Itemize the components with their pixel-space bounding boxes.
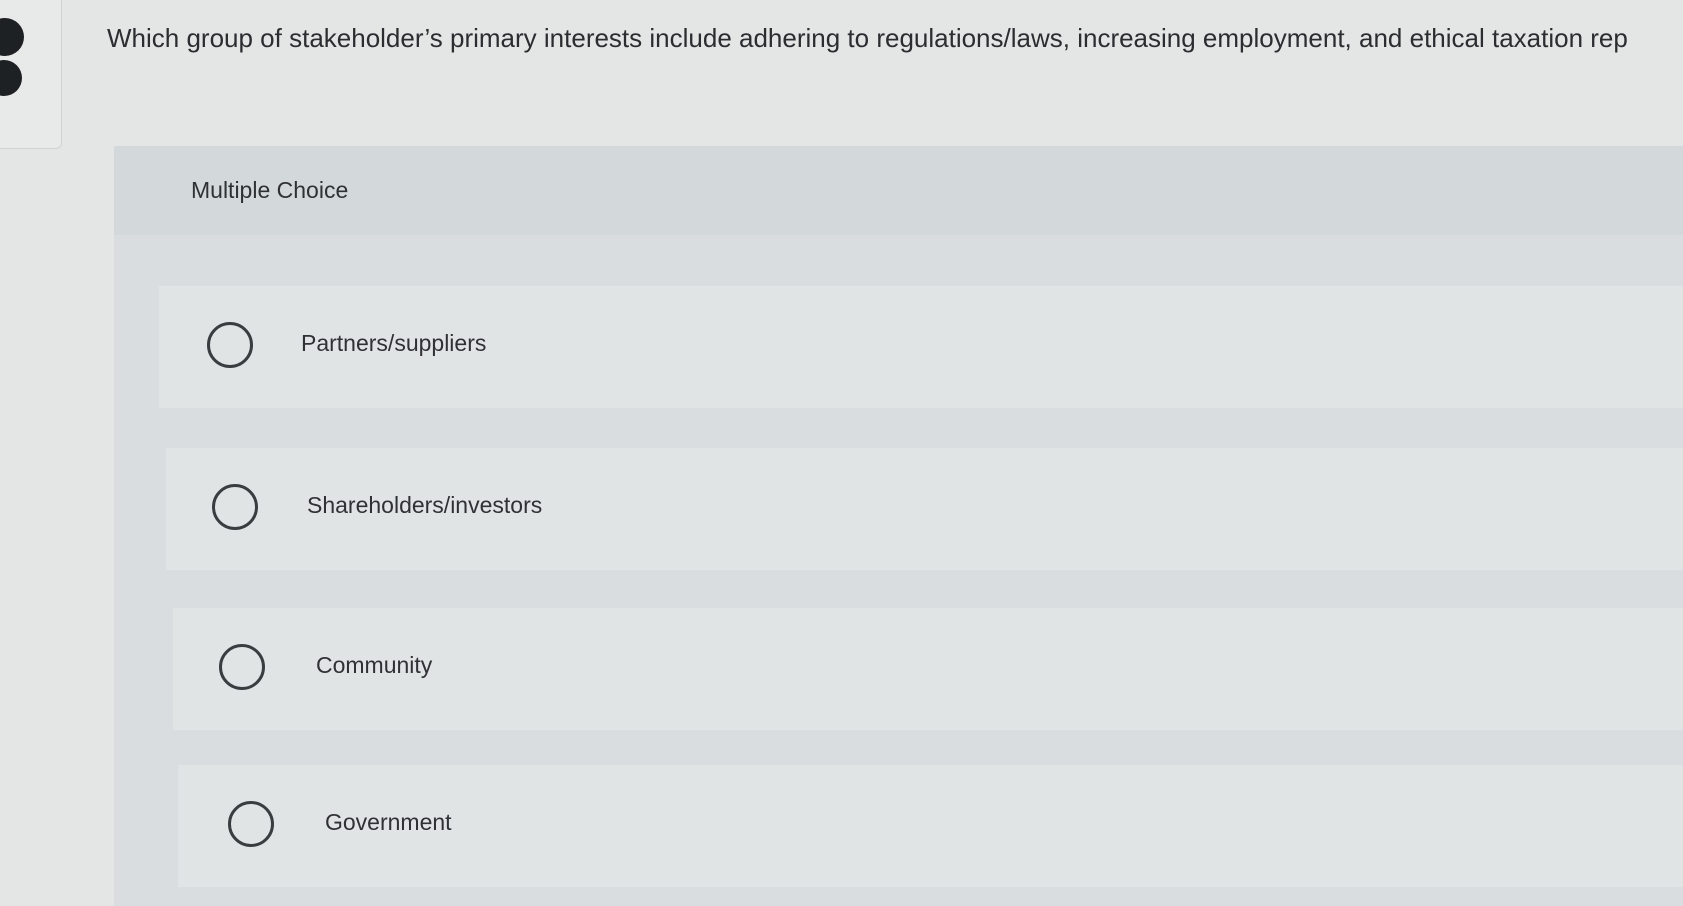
answer-option-label[interactable]: Government (325, 806, 452, 838)
answer-option-label[interactable]: Community (316, 649, 432, 681)
answer-option-label[interactable]: Shareholders/investors (307, 489, 542, 521)
multiple-choice-title: Multiple Choice (191, 177, 349, 203)
question-text: Which group of stakeholder’s primary int… (107, 23, 1628, 53)
multiple-choice-header: Multiple Choice (114, 146, 1683, 235)
answer-option-label[interactable]: Partners/suppliers (301, 327, 486, 359)
answer-option-shareholders-investors[interactable]: Shareholders/investors (166, 448, 1683, 570)
radio-button-icon[interactable] (207, 322, 253, 368)
answer-option-community[interactable]: Community (173, 608, 1683, 730)
answer-option-partners-suppliers[interactable]: Partners/suppliers (159, 286, 1683, 408)
radio-button-icon[interactable] (219, 644, 265, 690)
multiple-choice-panel: Multiple Choice Partners/suppliers Share… (114, 146, 1683, 906)
radio-button-icon[interactable] (212, 484, 258, 530)
answer-option-government[interactable]: Government (178, 765, 1683, 887)
radio-button-icon[interactable] (228, 801, 274, 847)
